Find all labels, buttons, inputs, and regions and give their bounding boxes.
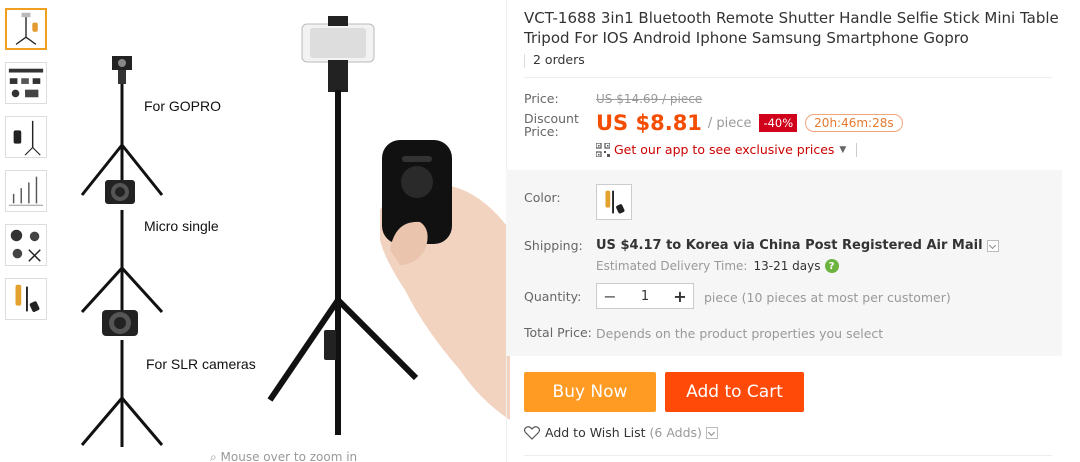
qr-code-icon	[596, 142, 610, 157]
total-price-note: Depends on the product properties you se…	[596, 326, 884, 341]
parts-thumbnail-image	[10, 229, 41, 262]
countdown-timer: 20h:46m:28s	[805, 114, 903, 132]
color-label: Color:	[524, 190, 561, 205]
color-swatch-image	[605, 190, 625, 214]
caret-down-icon: ▼	[839, 144, 847, 155]
accessories-thumbnail-image	[8, 68, 44, 98]
app-promo-text: Get our app to see exclusive prices	[614, 142, 835, 157]
gopro-tripod-figure	[80, 56, 164, 197]
orders-count: 2 orders	[533, 52, 585, 67]
discount-badge: -40%	[759, 114, 798, 132]
heart-icon	[524, 425, 540, 440]
shipping-dropdown-icon[interactable]	[986, 239, 999, 252]
quantity-stepper: − 1 +	[596, 283, 694, 309]
height-chart-thumbnail-image	[8, 176, 44, 206]
total-price-label: Total Price:	[524, 325, 592, 340]
quantity-increase-button[interactable]: +	[667, 284, 693, 308]
buy-now-button[interactable]: Buy Now	[524, 372, 656, 412]
title-divider	[524, 77, 1052, 78]
zoom-hint-text: ⌕ Mouse over to zoom in	[210, 450, 358, 462]
hand-with-remote-figure	[380, 140, 510, 420]
wishlist-label[interactable]: Add to Wish List	[545, 425, 646, 440]
help-icon[interactable]: ?	[824, 259, 839, 273]
price-label: Price:	[524, 91, 559, 106]
color-option-swatch[interactable]	[596, 184, 632, 220]
shipping-selector[interactable]: US $4.17 to Korea via China Post Registe…	[596, 238, 999, 253]
shipping-label: Shipping:	[524, 238, 583, 253]
wishlist-row[interactable]: Add to Wish List (6 Adds)	[524, 425, 718, 440]
main-product-image[interactable]: For GOPRO Micro single For SLR cameras	[60, 0, 510, 462]
thumbnail-1[interactable]	[5, 8, 47, 50]
add-to-cart-button[interactable]: Add to Cart	[665, 372, 804, 412]
gallery-label-slr: For SLR cameras	[146, 356, 256, 372]
thumbnail-5[interactable]	[5, 224, 47, 266]
shipping-text: US $4.17 to Korea via China Post Registe…	[596, 238, 983, 253]
quantity-input[interactable]: 1	[623, 289, 667, 304]
discount-label-line2: Price:	[524, 124, 559, 139]
thumbnail-4[interactable]	[5, 170, 47, 212]
tripod-remote-thumbnail-image	[13, 120, 41, 156]
micro-single-tripod-figure	[80, 180, 164, 314]
promo-separator	[856, 142, 858, 157]
slr-tripod-figure	[80, 310, 164, 447]
delivery-time-row: Estimated Delivery Time: 13-21 days ?	[596, 259, 839, 273]
product-title: VCT-1688 3in1 Bluetooth Remote Shutter H…	[524, 9, 1059, 47]
app-promo-link[interactable]: Get our app to see exclusive prices ▼	[596, 142, 858, 157]
original-price: US $14.69 / piece	[596, 92, 703, 106]
bottom-divider	[524, 455, 1052, 456]
wishlist-dropdown-icon[interactable]	[705, 426, 718, 439]
tripod-thumbnail-image	[15, 12, 38, 45]
gallery-label-micro: Micro single	[144, 218, 219, 234]
gallery-label-gopro: For GOPRO	[144, 98, 221, 114]
thumbnail-2[interactable]	[5, 62, 47, 104]
thumbnail-list	[5, 8, 49, 332]
color-thumbnail-image	[15, 284, 40, 312]
delivery-days: 13-21 days	[753, 259, 821, 273]
orders-separator	[524, 53, 525, 68]
delivery-label: Estimated Delivery Time:	[596, 259, 748, 273]
quantity-label: Quantity:	[524, 289, 582, 304]
quantity-decrease-button[interactable]: −	[597, 284, 623, 308]
wishlist-count: (6 Adds)	[649, 425, 702, 440]
current-price: US $8.81	[596, 111, 702, 135]
thumbnail-3[interactable]	[5, 116, 47, 158]
price-unit: / piece	[707, 115, 752, 131]
thumbnail-6[interactable]	[5, 278, 47, 320]
quantity-note: piece (10 pieces at most per customer)	[704, 290, 951, 305]
zoom-hint-label: Mouse over to zoom in	[220, 450, 358, 462]
tripod-product-illustration: For GOPRO Micro single For SLR cameras	[80, 16, 510, 447]
current-price-row: US $8.81 / piece -40% 20h:46m:28s	[596, 111, 903, 135]
orders-row: 2 orders	[524, 52, 585, 68]
discount-price-label: Discount Price:	[524, 112, 579, 138]
